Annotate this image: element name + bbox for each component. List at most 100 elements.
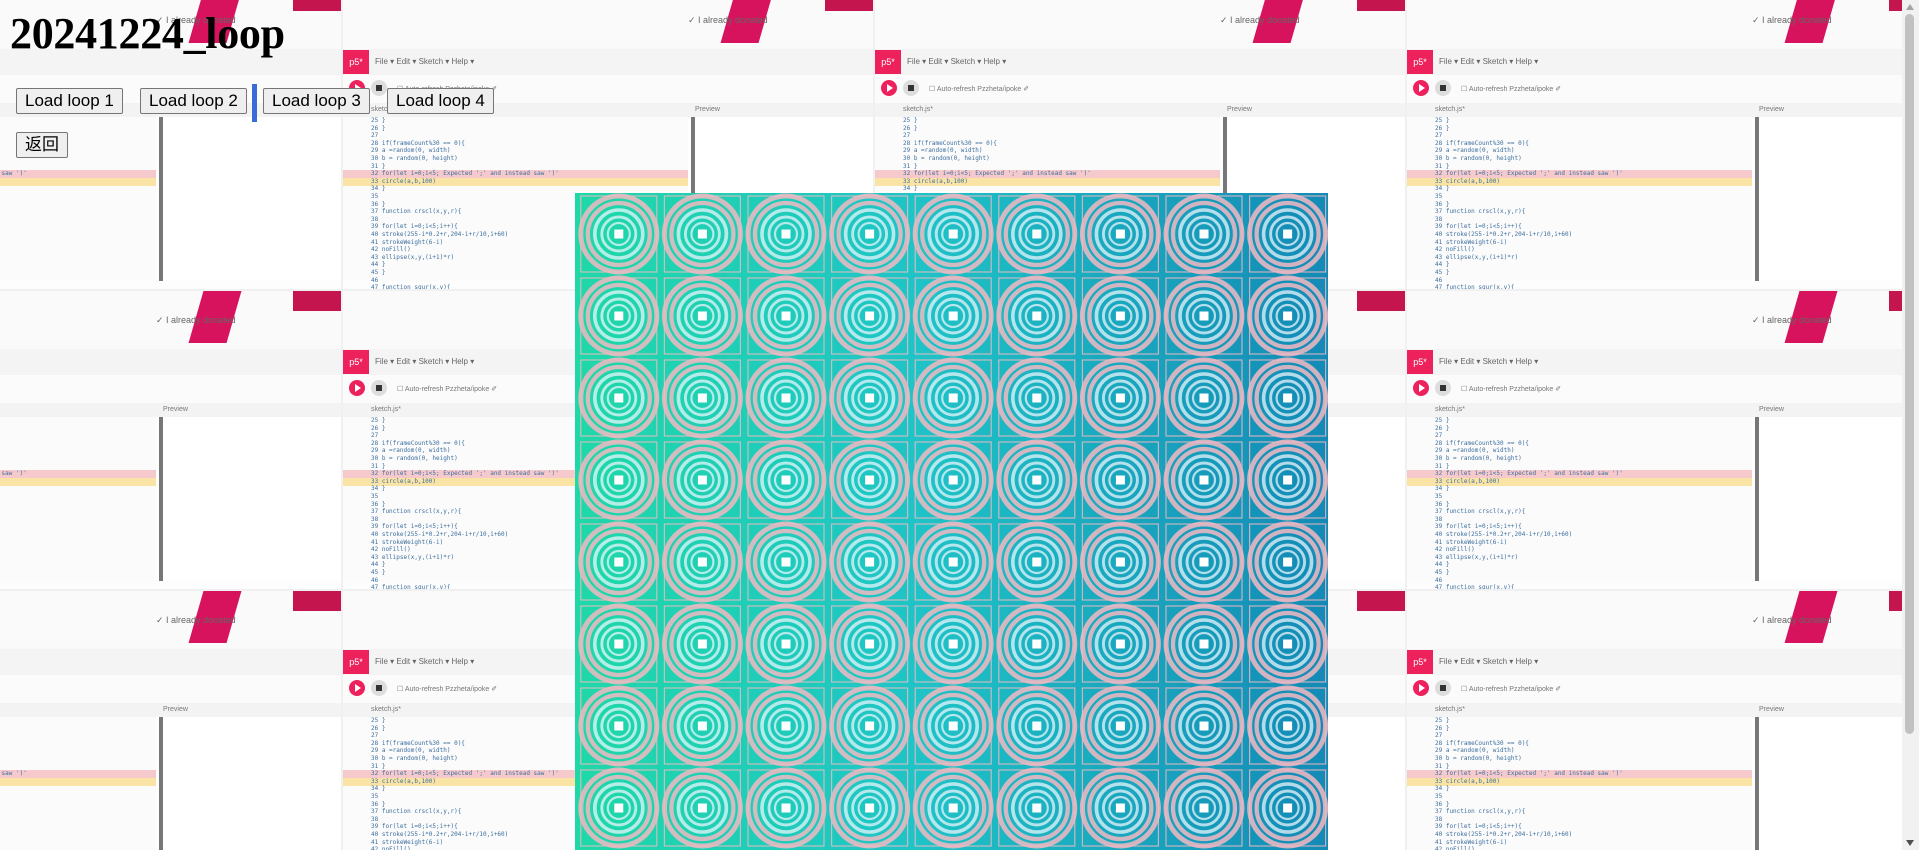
- preview-label: Preview: [1759, 106, 1784, 113]
- editor-file-tabs: sketch.js* Preview: [1407, 103, 1919, 117]
- circle-cell: [912, 357, 994, 439]
- center-square: [781, 393, 791, 403]
- center-square: [1115, 311, 1125, 321]
- circle-cell: [912, 521, 994, 603]
- play-icon: [1413, 80, 1429, 96]
- stop-icon: [1435, 80, 1451, 96]
- load-loop-1-button[interactable]: Load loop 1: [16, 88, 123, 114]
- center-square: [614, 557, 624, 567]
- center-square: [1115, 803, 1125, 813]
- center-square: [781, 311, 791, 321]
- donate-banner: ✓ I already donated: [1407, 291, 1919, 349]
- center-square: [1199, 229, 1209, 239]
- center-square: [1283, 475, 1293, 485]
- circle-cell: [1247, 603, 1328, 685]
- load-loop-2-button[interactable]: Load loop 2: [140, 88, 247, 114]
- donate-banner: ✓ I already donated: [875, 0, 1405, 49]
- code-line: 42 noFill(): [0, 846, 156, 850]
- circle-cell: [1163, 767, 1245, 849]
- center-square: [1032, 557, 1042, 567]
- center-square: [948, 229, 958, 239]
- editor-file-tabs: sketch.js*Preview: [1407, 403, 1919, 417]
- donate-check-text: ✓ I already donated: [1752, 315, 1832, 325]
- center-square: [948, 803, 958, 813]
- circle-cell: [1079, 439, 1161, 521]
- donate-banner: ✓ I already donated: [0, 591, 341, 649]
- preview-pane: [1755, 417, 1919, 581]
- circle-cell: [1247, 357, 1328, 439]
- play-icon: [1413, 680, 1429, 696]
- circle-cell: [661, 275, 743, 357]
- circle-cell: [1163, 275, 1245, 357]
- circle-cell: [578, 193, 660, 275]
- donate-banner: ✓ I already donated: [1407, 0, 1919, 49]
- center-square: [1199, 639, 1209, 649]
- center-square: [865, 803, 875, 813]
- circle-cell: [996, 357, 1078, 439]
- donate-banner: ✓ I already donated: [0, 291, 341, 349]
- editor-toolbar: ☐ Auto-refresh Pzzheta/ipoke ✐: [0, 375, 341, 404]
- circle-cell: [661, 521, 743, 603]
- file-tab-label: sketch.js*: [1435, 106, 1465, 113]
- center-square: [1115, 721, 1125, 731]
- scroll-up-arrow-icon[interactable]: [1906, 4, 1914, 10]
- scroll-down-arrow-icon[interactable]: [1906, 840, 1914, 846]
- preview-label: Preview: [1759, 706, 1784, 713]
- center-square: [865, 229, 875, 239]
- center-square: [1115, 639, 1125, 649]
- donate-banner-block: [825, 0, 873, 11]
- center-square: [1199, 803, 1209, 813]
- center-square: [1032, 393, 1042, 403]
- circle-cell: [996, 685, 1078, 767]
- center-square: [697, 557, 707, 567]
- center-square: [781, 803, 791, 813]
- editor-menu: File ▾ Edit ▾ Sketch ▾ Help ▾: [375, 357, 475, 366]
- stop-icon: [371, 680, 387, 696]
- code-editor: 25 }26 }2728 if(frameCount%30 == 0){29 a…: [1407, 717, 1752, 850]
- back-button[interactable]: 返回: [16, 132, 68, 158]
- center-square: [1199, 721, 1209, 731]
- page-title: 20241224_loop: [10, 9, 285, 58]
- circle-cell: [1079, 603, 1161, 685]
- editor-menu: File ▾ Edit ▾ Sketch ▾ Help ▾: [1439, 357, 1539, 366]
- editor-file-tabs: sketch.js*Preview: [0, 403, 341, 417]
- donate-check-text: ✓ I already donated: [156, 615, 236, 625]
- load-loop-3-button[interactable]: Load loop 3: [263, 88, 370, 114]
- circle-cell: [578, 439, 660, 521]
- code-editor: 25 }26 }2728 if(frameCount%30 == 0){29 a…: [1407, 117, 1752, 289]
- circle-cell: [1079, 275, 1161, 357]
- center-square: [1032, 311, 1042, 321]
- play-icon: [349, 680, 365, 696]
- center-square: [1199, 393, 1209, 403]
- editor-toolbar: ☐ Auto-refresh Pzzheta/ipoke ✐: [1407, 675, 1919, 704]
- background-editor-tile: ✓ I already donated p5*File ▾ Edit ▾ Sket…: [0, 590, 342, 850]
- center-square: [1283, 721, 1293, 731]
- code-editor: 25 }26 }2728 if(frameCount%30 == 0){29 a…: [0, 417, 156, 581]
- p5-logo: p5*: [875, 50, 901, 74]
- center-square: [781, 229, 791, 239]
- editor-toolbar: ☐ Auto-refresh Pzzheta/ipoke ✐: [0, 675, 341, 704]
- editor-menubar: p5*File ▾ Edit ▾ Sketch ▾ Help ▾: [0, 649, 341, 676]
- scroll-thumb[interactable]: [1905, 14, 1914, 734]
- donate-banner: ✓ I already donated: [1407, 591, 1919, 649]
- page-scrollbar[interactable]: [1902, 0, 1919, 850]
- center-square: [1115, 229, 1125, 239]
- editor-toolbar: ☐ Auto-refresh Pzzheta/ipoke ✐: [1407, 375, 1919, 404]
- donate-banner-block: [1357, 291, 1405, 311]
- circle-cell: [745, 275, 827, 357]
- preview-pane: [159, 417, 341, 581]
- center-square: [697, 639, 707, 649]
- circle-cell: [578, 767, 660, 849]
- center-square: [1283, 803, 1293, 813]
- center-square: [1032, 229, 1042, 239]
- editor-file-tabs: sketch.js*Preview: [875, 103, 1405, 117]
- center-square: [865, 311, 875, 321]
- circle-cell: [996, 439, 1078, 521]
- circle-cell: [1163, 439, 1245, 521]
- circle-cell: [829, 603, 911, 685]
- editor-menu: File ▾ Edit ▾ Sketch ▾ Help ▾: [1439, 57, 1539, 66]
- donate-banner: ✓ I already donated: [343, 0, 873, 49]
- circle-cell: [996, 767, 1078, 849]
- sketch-canvas[interactable]: [575, 193, 1328, 850]
- load-loop-4-button[interactable]: Load loop 4: [387, 88, 494, 114]
